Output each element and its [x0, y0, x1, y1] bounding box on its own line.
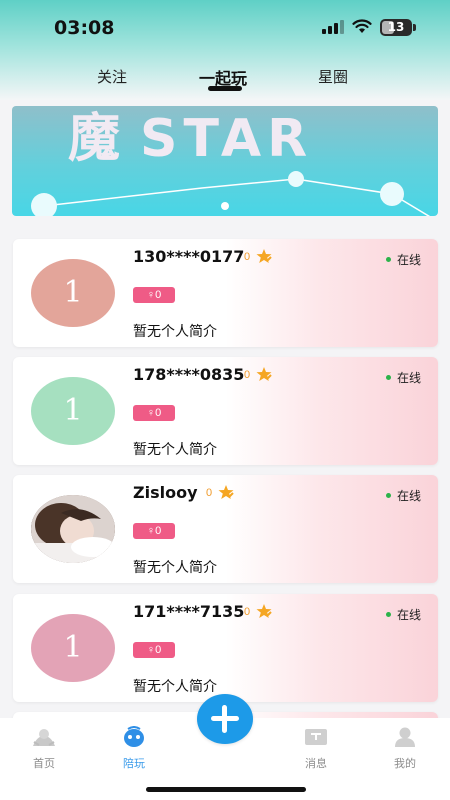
tab-follow[interactable]: 关注 — [97, 66, 127, 87]
active-tab-indicator — [208, 86, 242, 91]
robot-icon — [124, 726, 144, 747]
banner-title: 魔 STAR — [68, 106, 313, 171]
user-score: 0 — [244, 606, 251, 618]
avatar-photo — [31, 495, 115, 563]
online-dot-icon — [385, 257, 391, 263]
nav-home[interactable]: 首页 — [14, 726, 74, 771]
nav-profile-label: 我的 — [394, 758, 416, 770]
star-icon — [256, 604, 272, 618]
nav-messages[interactable]: 消息 — [286, 726, 346, 771]
battery-level: 13 — [387, 20, 405, 34]
online-dot-icon — [385, 493, 391, 499]
user-card[interactable]: Zislooy 0 ♀0 暂无个人简介 在线 — [13, 475, 438, 583]
user-name: 171****7135 — [133, 602, 245, 621]
nav-companion[interactable]: 陪玩 — [104, 726, 164, 771]
user-score: 0 — [244, 369, 251, 381]
status-label: 在线 — [396, 371, 421, 385]
nav-messages-label: 消息 — [305, 758, 327, 770]
message-icon — [305, 729, 327, 745]
cellular-signal-icon — [322, 20, 344, 34]
nav-companion-label: 陪玩 — [123, 758, 145, 770]
user-card[interactable]: 1 171****7135 0 ♀0 暂无个人简介 在线 — [13, 594, 438, 702]
home-icon — [33, 729, 55, 746]
user-name: 178****0835 — [133, 365, 245, 384]
profile-icon — [395, 727, 415, 747]
user-score: 0 — [244, 251, 251, 263]
nav-profile[interactable]: 我的 — [375, 726, 435, 771]
home-indicator[interactable] — [146, 787, 306, 792]
user-bio: 暂无个人简介 — [133, 678, 217, 694]
star-icon — [256, 367, 272, 381]
user-name: 130****0177 — [133, 247, 245, 266]
star-icon — [218, 485, 234, 499]
gender-badge: ♀0 — [133, 287, 175, 303]
wifi-icon — [352, 19, 372, 33]
status-label: 在线 — [396, 489, 421, 503]
user-name: Zislooy — [133, 483, 198, 502]
status-label: 在线 — [396, 608, 421, 622]
status-time: 03:08 — [54, 17, 115, 39]
avatar: 1 — [31, 614, 115, 682]
online-status: 在线 — [385, 606, 421, 623]
avatar: 1 — [31, 377, 115, 445]
add-button[interactable] — [197, 694, 253, 744]
avatar-photo-image — [31, 495, 115, 563]
online-dot-icon — [385, 375, 391, 381]
tab-star-circle[interactable]: 星圈 — [318, 66, 348, 87]
user-score: 0 — [206, 487, 213, 499]
user-card[interactable]: 1 130****0177 0 ♀0 暂无个人简介 在线 — [13, 239, 438, 347]
banner-title-cjk: 魔 — [68, 108, 125, 169]
gender-badge: ♀0 — [133, 523, 175, 539]
banner-title-latin: STAR — [140, 109, 314, 169]
star-icon — [256, 249, 272, 263]
status-bar: 03:08 13 — [0, 0, 450, 54]
user-card[interactable]: 1 178****0835 0 ♀0 暂无个人简介 在线 — [13, 357, 438, 465]
gender-badge: ♀0 — [133, 405, 175, 421]
user-bio: 暂无个人简介 — [133, 441, 217, 457]
online-dot-icon — [385, 612, 391, 618]
battery-icon: 13 — [380, 19, 412, 36]
promo-banner[interactable]: 魔 STAR — [12, 106, 438, 216]
gender-badge: ♀0 — [133, 642, 175, 658]
banner-page-dot — [221, 202, 229, 210]
avatar: 1 — [31, 259, 115, 327]
user-bio: 暂无个人简介 — [133, 323, 217, 339]
status-label: 在线 — [396, 253, 421, 267]
user-bio: 暂无个人简介 — [133, 559, 217, 575]
online-status: 在线 — [385, 251, 421, 268]
nav-home-label: 首页 — [33, 758, 55, 770]
online-status: 在线 — [385, 369, 421, 386]
online-status: 在线 — [385, 487, 421, 504]
